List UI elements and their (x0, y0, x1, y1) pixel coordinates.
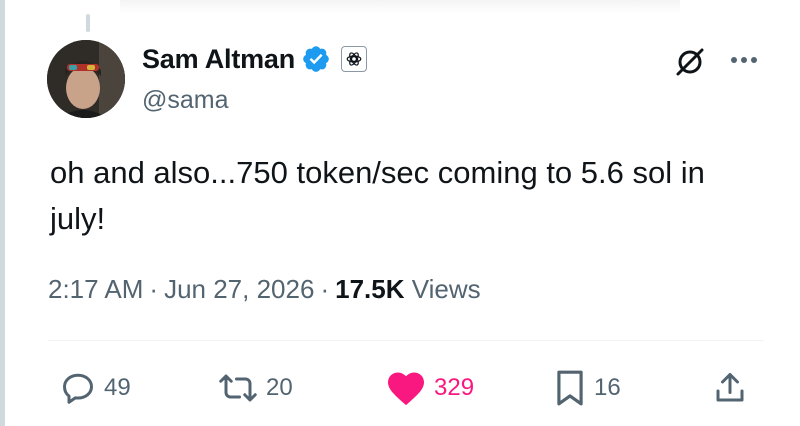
grok-icon[interactable] (672, 44, 708, 80)
author-display-name[interactable]: Sam Altman (142, 44, 295, 75)
bookmark-icon (557, 370, 583, 406)
bookmark-button[interactable]: 16 (554, 368, 621, 408)
tweet-text-line-1: oh and also...750 token/sec coming to 5.… (50, 155, 705, 190)
tweet-date[interactable]: Jun 27, 2026 (164, 274, 314, 304)
author-name-row: Sam Altman (142, 42, 368, 76)
author-handle[interactable]: @sama (142, 86, 229, 115)
tweet-text: oh and also...750 token/sec coming to 5.… (50, 150, 770, 242)
bookmark-count: 16 (594, 374, 621, 401)
heart-icon (388, 372, 424, 406)
reply-count: 49 (104, 374, 131, 401)
share-icon (716, 373, 744, 402)
tweet-card: Sam Altman @sama oh and also...750 token… (0, 0, 800, 426)
retweet-button[interactable]: 20 (218, 368, 293, 408)
avatar[interactable] (47, 40, 125, 118)
like-count: 329 (434, 374, 475, 401)
reply-icon (63, 373, 93, 404)
reply-button[interactable]: 49 (60, 368, 131, 408)
tweet-meta-row: 2:17 AM · Jun 27, 2026 · 17.5K Views (48, 274, 481, 305)
share-button[interactable] (712, 368, 748, 408)
like-button[interactable]: 329 (386, 368, 474, 408)
views-label[interactable]: Views (412, 274, 481, 304)
retweet-count: 20 (266, 374, 293, 401)
openai-logo-icon[interactable] (341, 46, 368, 72)
tweet-time[interactable]: 2:17 AM (48, 274, 143, 304)
meta-separator: · (149, 274, 159, 304)
meta-separator: · (320, 274, 330, 304)
more-options-icon[interactable] (726, 48, 762, 72)
tweet-text-line-2: july! (50, 201, 106, 236)
views-count[interactable]: 17.5K (335, 274, 404, 304)
verified-badge-icon (301, 44, 331, 74)
actions-divider (48, 340, 764, 341)
retweet-icon (219, 374, 257, 402)
